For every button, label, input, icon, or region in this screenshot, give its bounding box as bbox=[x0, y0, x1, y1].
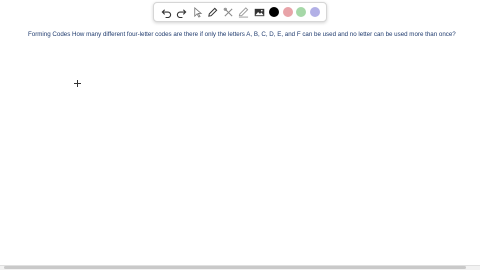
scrollbar-thumb[interactable] bbox=[4, 266, 466, 269]
horizontal-scrollbar[interactable] bbox=[0, 265, 480, 270]
redo-icon[interactable] bbox=[176, 6, 188, 18]
drawing-toolbar bbox=[153, 2, 327, 22]
tools-icon[interactable] bbox=[222, 6, 234, 18]
undo-icon[interactable] bbox=[160, 6, 172, 18]
question-text: Forming Codes How many different four-le… bbox=[28, 31, 456, 38]
color-pink-swatch[interactable] bbox=[282, 7, 293, 17]
color-black-swatch[interactable] bbox=[269, 7, 280, 17]
image-icon[interactable] bbox=[254, 6, 266, 18]
crosshair-cursor-icon bbox=[74, 80, 81, 87]
color-purple-swatch[interactable] bbox=[309, 7, 320, 17]
pointer-icon[interactable] bbox=[191, 6, 203, 18]
color-green-swatch[interactable] bbox=[296, 7, 307, 17]
highlighter-icon[interactable] bbox=[238, 6, 250, 18]
pencil-icon[interactable] bbox=[207, 6, 219, 18]
